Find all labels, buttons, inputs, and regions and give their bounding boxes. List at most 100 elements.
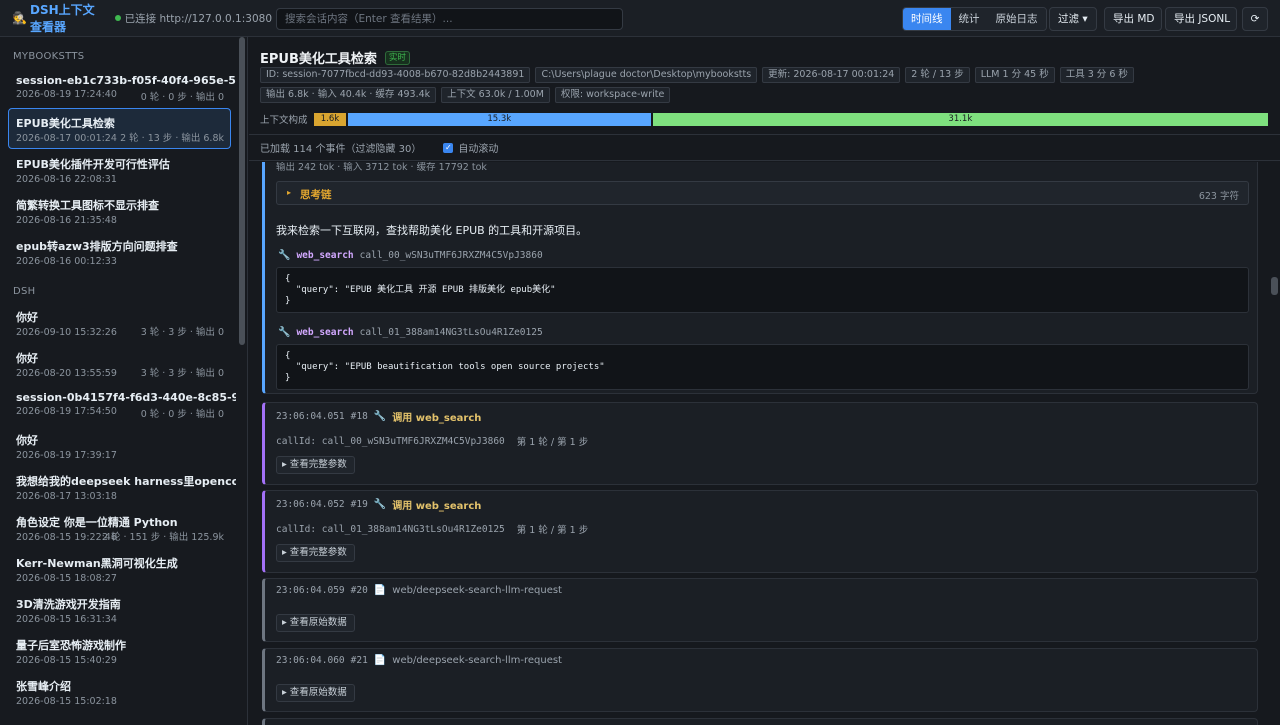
refresh-icon: ⟳: [1250, 13, 1260, 25]
session-item[interactable]: session-eb1c733b-f05f-40f4-965e-57faad44…: [8, 67, 236, 108]
event-time: 23:06:04.051: [276, 411, 345, 422]
session-item[interactable]: 量子后室恐怖游戏制作 2026-08-15 15:40:29: [8, 630, 231, 671]
context-segment: 15.3k: [347, 112, 651, 126]
connection-text: 已连接 http://127.0.0.1:3080: [124, 12, 272, 25]
event-kind: web/deepseek-search-llm-request: [392, 585, 562, 596]
session-time: 2026-08-16 00:12:33: [16, 256, 117, 267]
wrench-icon: 🔧: [373, 411, 387, 422]
tab-timeline[interactable]: 时间线: [903, 8, 951, 30]
event-card-request: 23:06:04.060 #21 📄 web/deepseek-search-l…: [262, 648, 1258, 712]
event-time: 23:06:04.052: [276, 499, 345, 510]
app-title: DSH上下文查看器: [30, 3, 95, 34]
live-badge: 实时: [384, 50, 410, 65]
session-item[interactable]: EPUB美化插件开发可行性评估 2026-08-16 22:08:31: [8, 149, 231, 190]
timeline: 输出 242 tok · 输入 3712 tok · 缓存 17792 tok …: [249, 162, 1280, 725]
session-name: 简繁转换工具图标不显示排查: [16, 199, 159, 212]
meta-chip-path: C:\Users\plague doctor\Desktop\mybookstt…: [535, 67, 758, 83]
session-name: session-0b4157f4-f6d3-440e-8c85-9dbe908: [16, 391, 236, 404]
event-kind: web/deepseek-search-llm-request: [392, 655, 562, 666]
session-name: session-eb1c733b-f05f-40f4-965e-57faad44: [16, 74, 236, 87]
session-item[interactable]: Kerr-Newman黑洞可视化生成 2026-08-15 18:08:27: [8, 548, 231, 589]
meta-chip-steps: 2 轮 / 13 步: [905, 67, 970, 83]
session-stats: 2 轮 · 13 步 · 输出 6.8k: [120, 133, 224, 144]
tab-raw-log[interactable]: 原始日志: [987, 8, 1046, 30]
meta-chip-permission: 权限: workspace-write: [554, 87, 671, 103]
event-body: callId: call_00_wSN3uTMF6JRXZM4C5VpJ3860…: [276, 434, 588, 449]
status-dot-icon: [114, 15, 121, 21]
filter-button[interactable]: 过滤 ▾: [1049, 7, 1097, 31]
view-raw-data-button[interactable]: ▸ 查看原始数据: [276, 614, 355, 632]
assistant-text: 我来检索一下互联网，查找帮助美化 EPUB 的工具和开源项目。: [276, 224, 588, 237]
session-item-active[interactable]: EPUB美化工具检索 2026-08-17 00:01:24 2 轮 · 13 …: [8, 108, 231, 149]
search-input[interactable]: [276, 8, 623, 30]
group-header: MYBOOKSTTS: [13, 51, 85, 62]
event-call-id: callId: call_01_388am14NG3tLsOu4R1Ze0125: [276, 523, 505, 535]
session-item[interactable]: 角色设定 你是一位精通 Python 2026-08-15 19:22:46 2…: [8, 507, 231, 548]
sidebar-scrollbar[interactable]: [239, 37, 245, 345]
session-item[interactable]: 3D清洗游戏开发指南 2026-08-15 16:31:34: [8, 589, 231, 630]
view-raw-data-button[interactable]: ▸ 查看原始数据: [276, 684, 355, 702]
session-name: 我想给我的deepseek harness里openco: [16, 475, 236, 488]
token-usage: 输出 242 tok · 输入 3712 tok · 缓存 17792 tok: [276, 162, 487, 173]
session-name: 角色设定 你是一位精通 Python: [16, 516, 178, 529]
meta-chip-id: ID: session-7077fbcd-dd93-4008-b670-82d8…: [260, 67, 531, 83]
expand-arrow-icon: ▸: [287, 188, 292, 197]
session-item[interactable]: epub转azw3排版方向问题排查 2026-08-16 00:12:33: [8, 231, 231, 272]
refresh-button[interactable]: ⟳: [1242, 7, 1268, 31]
session-time: 2026-08-15 16:31:34: [16, 614, 117, 625]
view-full-args-button[interactable]: ▸ 查看完整参数: [276, 456, 355, 474]
event-time: 23:06:04.059: [276, 585, 345, 596]
session-name: EPUB美化插件开发可行性评估: [16, 158, 170, 171]
event-time: 23:06:04.060: [276, 655, 345, 666]
tool-name: web_search: [296, 327, 354, 338]
session-item[interactable]: 简繁转换工具图标不显示排查 2026-08-16 21:35:48: [8, 190, 231, 231]
session-meta-chips: ID: session-7077fbcd-dd93-4008-b670-82d8…: [260, 67, 1260, 103]
checkbox-checked-icon[interactable]: ✓: [443, 142, 454, 153]
event-call-id: callId: call_00_wSN3uTMF6JRXZM4C5VpJ3860: [276, 435, 505, 447]
export-md-button[interactable]: 导出 MD: [1104, 7, 1162, 31]
event-header: 23:06:04.060 #21 📄 web/deepseek-search-l…: [276, 655, 562, 666]
session-item[interactable]: 张雪峰介绍 2026-08-15 15:02:18: [8, 671, 231, 712]
event-body: callId: call_01_388am14NG3tLsOu4R1Ze0125…: [276, 522, 588, 537]
group-header: DSH: [13, 286, 36, 297]
session-item[interactable]: 你好 2026-08-19 17:39:17: [8, 425, 231, 466]
view-full-args-button[interactable]: ▸ 查看完整参数: [276, 544, 355, 562]
event-card-tool-call: 23:06:04.051 #18 🔧 调用 web_search callId:…: [262, 402, 1258, 485]
session-time: 2026-08-19 17:39:17: [16, 450, 117, 461]
session-name: 你好: [16, 352, 38, 365]
meta-chip-context: 上下文 63.0k / 1.00M: [441, 87, 550, 103]
brand: 🕵 DSH上下文查看器 已连接 http://127.0.0.1:3080: [0, 1, 272, 35]
connection-status: 已连接 http://127.0.0.1:3080: [114, 11, 272, 26]
context-segments: 1.6k 15.3k 31.1k: [314, 112, 1270, 126]
event-kind: 调用 web_search: [392, 501, 482, 512]
event-number: #21: [350, 655, 368, 666]
session-time: 2026-08-15 15:02:18: [16, 696, 117, 707]
tab-stats[interactable]: 统计: [950, 8, 988, 30]
session-time: 2026-08-15 18:08:27: [16, 573, 117, 584]
session-stats: 2 轮 · 151 步 · 输出 125.9k: [101, 532, 224, 543]
tool-call-id: call_00_wSN3uTMF6JRXZM4C5VpJ3860: [359, 250, 543, 261]
session-item[interactable]: 我想给我的deepseek harness里openco 2026-08-17 …: [8, 466, 236, 507]
session-name: 你好: [16, 434, 38, 447]
session-stats: 0 轮 · 0 步 · 输出 0: [140, 92, 224, 103]
wrench-icon: 🔧: [373, 499, 387, 510]
export-jsonl-button[interactable]: 导出 JSONL: [1165, 7, 1237, 31]
session-item[interactable]: 你好 2026-09-10 15:32:26 3 轮 · 3 步 · 输出 0: [8, 302, 231, 343]
top-bar: 🕵 DSH上下文查看器 已连接 http://127.0.0.1:3080 时间…: [0, 0, 1280, 37]
tool-call-args: { "query": "EPUB 美化工具 开源 EPUB 排版美化 epub美…: [276, 267, 1249, 313]
event-header: 23:06:04.059 #20 📄 web/deepseek-search-l…: [276, 585, 562, 596]
session-time: 2026-08-16 21:35:48: [16, 215, 117, 226]
session-title: EPUB美化工具检索: [260, 52, 377, 67]
session-item[interactable]: 你好 2026-08-20 13:55:59 3 轮 · 3 步 · 输出 0: [8, 343, 231, 384]
event-card-partial: [262, 718, 1258, 725]
event-number: #19: [350, 499, 368, 510]
event-card-request: 23:06:04.059 #20 📄 web/deepseek-search-l…: [262, 578, 1258, 642]
session-sidebar: MYBOOKSTTS session-eb1c733b-f05f-40f4-96…: [0, 37, 248, 725]
session-item[interactable]: session-0b4157f4-f6d3-440e-8c85-9dbe908 …: [8, 384, 236, 425]
session-name: Kerr-Newman黑洞可视化生成: [16, 557, 178, 570]
tool-call-header: 🔧 web_search call_00_wSN3uTMF6JRXZM4C5Vp…: [278, 250, 543, 261]
thinking-chain-toggle[interactable]: ▸ 思考链 623 字符: [276, 181, 1249, 205]
timeline-scrollbar[interactable]: [1271, 277, 1278, 295]
auto-scroll-toggle[interactable]: ✓ 自动滚动: [443, 140, 498, 155]
event-card-tool-call: 23:06:04.052 #19 🔧 调用 web_search callId:…: [262, 490, 1258, 573]
